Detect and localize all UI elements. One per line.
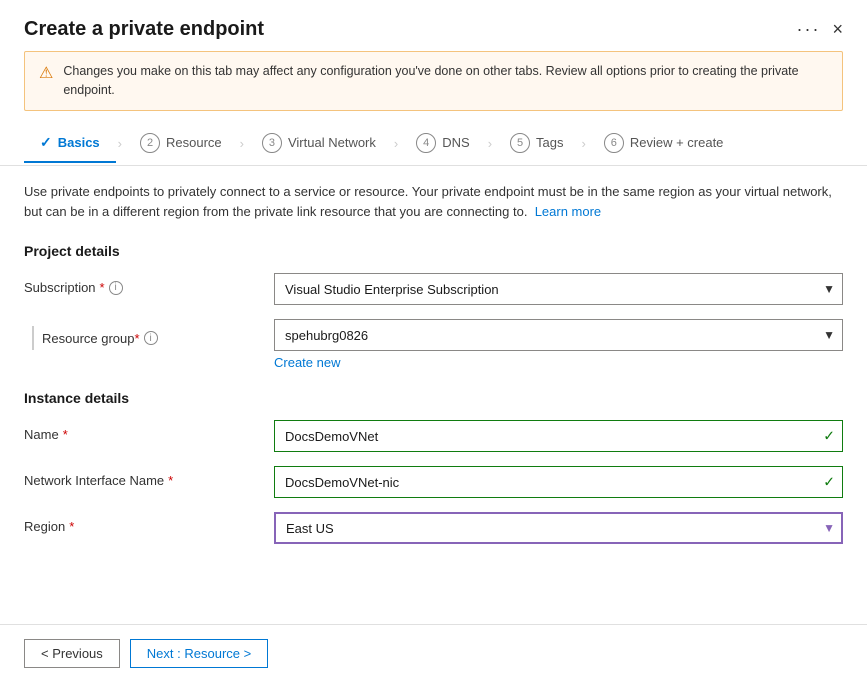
tab-dns-number: 4: [416, 133, 436, 153]
subscription-row: Subscription * i Visual Studio Enterpris…: [24, 273, 843, 305]
subscription-select[interactable]: Visual Studio Enterprise Subscription: [274, 273, 843, 305]
nic-name-label: Network Interface Name *: [24, 466, 274, 488]
region-row: Region * East US ▼: [24, 512, 843, 544]
name-valid-icon: ✓: [823, 428, 835, 445]
instance-details-title: Instance details: [24, 390, 843, 406]
subscription-control: Visual Studio Enterprise Subscription ▼: [274, 273, 843, 305]
warning-banner: ⚠ Changes you make on this tab may affec…: [24, 51, 843, 111]
tab-basics[interactable]: ✓ Basics: [24, 124, 116, 163]
subscription-required: *: [100, 280, 105, 295]
subscription-label: Subscription * i: [24, 273, 274, 295]
create-private-endpoint-dialog: Create a private endpoint ··· × ⚠ Change…: [0, 0, 867, 682]
tab-tags[interactable]: 5 Tags: [494, 123, 579, 165]
tab-resource-label: Resource: [166, 135, 222, 150]
tab-basics-label: Basics: [58, 135, 100, 150]
indent-bar: [32, 326, 34, 350]
name-row: Name * ✓: [24, 420, 843, 452]
name-required: *: [63, 427, 68, 442]
learn-more-link[interactable]: Learn more: [535, 204, 601, 219]
tab-review-create[interactable]: 6 Review + create: [588, 123, 740, 165]
tab-resource[interactable]: 2 Resource: [124, 123, 238, 165]
tab-virtual-network[interactable]: 3 Virtual Network: [246, 123, 392, 165]
header-actions: ··· ×: [797, 19, 844, 40]
project-details-title: Project details: [24, 243, 843, 259]
region-control: East US ▼: [274, 512, 843, 544]
previous-button[interactable]: < Previous: [24, 639, 120, 668]
resource-group-select[interactable]: spehubrg0826: [274, 319, 843, 351]
warning-text: Changes you make on this tab may affect …: [63, 62, 828, 100]
tabs-bar: ✓ Basics › 2 Resource › 3 Virtual Networ…: [0, 123, 867, 166]
tab-review-label: Review + create: [630, 135, 724, 150]
name-control: ✓: [274, 420, 843, 452]
tab-resource-number: 2: [140, 133, 160, 153]
warning-icon: ⚠: [39, 63, 53, 83]
project-details-section: Project details Subscription * i Visual …: [24, 243, 843, 370]
tab-tags-number: 5: [510, 133, 530, 153]
name-label: Name *: [24, 420, 274, 442]
tab-tags-label: Tags: [536, 135, 563, 150]
tab-dns-label: DNS: [442, 135, 469, 150]
resource-group-label-wrap: Resource group * i: [24, 319, 274, 350]
nic-name-input[interactable]: [274, 466, 843, 498]
subscription-info-icon[interactable]: i: [109, 281, 123, 295]
nic-valid-icon: ✓: [823, 474, 835, 491]
tab-divider-5: ›: [580, 136, 588, 151]
dialog-title: Create a private endpoint: [24, 18, 264, 41]
dialog-header: Create a private endpoint ··· ×: [0, 0, 867, 51]
tab-review-number: 6: [604, 133, 624, 153]
description-text: Use private endpoints to privately conne…: [24, 182, 843, 224]
resource-group-info-icon[interactable]: i: [144, 331, 158, 345]
tab-dns[interactable]: 4 DNS: [400, 123, 485, 165]
nic-name-row: Network Interface Name * ✓: [24, 466, 843, 498]
create-new-resource-group-link[interactable]: Create new: [274, 355, 843, 370]
tab-divider-4: ›: [486, 136, 494, 151]
tab-divider-3: ›: [392, 136, 400, 151]
dialog-footer: < Previous Next : Resource >: [0, 624, 867, 682]
description-body: Use private endpoints to privately conne…: [24, 184, 832, 220]
region-label: Region *: [24, 512, 274, 534]
tab-divider-1: ›: [116, 136, 124, 151]
nic-input-wrapper: ✓: [274, 466, 843, 498]
resource-group-select-wrapper: spehubrg0826 ▼: [274, 319, 843, 351]
region-select[interactable]: East US: [274, 512, 843, 544]
more-options-icon[interactable]: ···: [797, 19, 821, 40]
instance-details-section: Instance details Name * ✓ Network Interf: [24, 390, 843, 544]
nic-required: *: [168, 473, 173, 488]
close-icon[interactable]: ×: [832, 19, 843, 40]
resource-group-required: *: [135, 331, 140, 346]
resource-group-control: spehubrg0826 ▼ Create new: [274, 319, 843, 370]
tab-divider-2: ›: [238, 136, 246, 151]
region-required: *: [69, 519, 74, 534]
next-button[interactable]: Next : Resource >: [130, 639, 268, 668]
tab-vnet-number: 3: [262, 133, 282, 153]
nic-name-control: ✓: [274, 466, 843, 498]
name-input[interactable]: [274, 420, 843, 452]
subscription-select-wrapper: Visual Studio Enterprise Subscription ▼: [274, 273, 843, 305]
region-select-wrapper: East US ▼: [274, 512, 843, 544]
tab-vnet-label: Virtual Network: [288, 135, 376, 150]
content-area: Use private endpoints to privately conne…: [0, 166, 867, 625]
tab-basics-check-icon: ✓: [40, 134, 52, 151]
resource-group-row: Resource group * i spehubrg0826 ▼ Create…: [24, 319, 843, 370]
name-input-wrapper: ✓: [274, 420, 843, 452]
